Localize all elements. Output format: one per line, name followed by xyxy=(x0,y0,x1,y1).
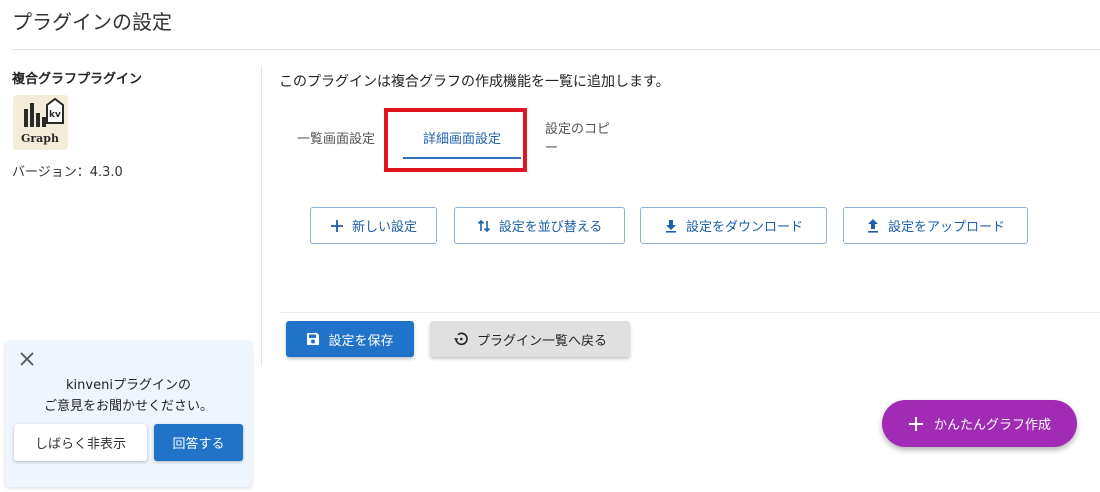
new-setting-button[interactable]: 新しい設定 xyxy=(310,207,437,244)
upload-settings-button[interactable]: 設定をアップロード xyxy=(843,207,1028,244)
plugin-settings-page: プラグインの設定 複合グラフプラグイン kv Graph バージョン：4.3.0… xyxy=(0,0,1100,492)
upload-settings-label: 設定をアップロード xyxy=(887,220,1005,235)
plugin-description: このプラグインは複合グラフの作成機能を一覧に追加します。 xyxy=(279,74,670,90)
download-settings-label: 設定をダウンロード xyxy=(685,220,803,235)
logo-text: Graph xyxy=(21,132,59,145)
back-to-plugin-list-label: プラグイン一覧へ戻る xyxy=(476,333,607,349)
sort-settings-button[interactable]: 設定を並び替える xyxy=(454,207,625,244)
sort-settings-label: 設定を並び替える xyxy=(498,220,603,235)
history-back-icon xyxy=(453,331,469,347)
easy-graph-create-button[interactable]: かんたんグラフ作成 xyxy=(882,400,1077,447)
tab-highlight-annotation xyxy=(384,108,527,172)
new-setting-label: 新しい設定 xyxy=(351,220,417,235)
version-text: バージョン：4.3.0 xyxy=(12,165,123,180)
plus-icon xyxy=(330,219,344,233)
tab-copy-settings[interactable]: 設定のコピー xyxy=(531,115,635,159)
logo-badge-text: kv xyxy=(49,110,61,120)
mid-divider xyxy=(279,312,1100,313)
sort-arrows-icon xyxy=(477,219,491,233)
feedback-card: kinveniプラグインの ご意見をお聞かせください。 しばらく非表示 回答する xyxy=(5,341,252,487)
feedback-message-line2: ご意見をお聞かせください。 xyxy=(43,399,213,414)
save-settings-button[interactable]: 設定を保存 xyxy=(286,321,414,357)
plugin-logo: kv Graph xyxy=(13,95,68,150)
save-settings-label: 設定を保存 xyxy=(328,333,394,349)
left-divider xyxy=(261,66,262,366)
tab-list-settings[interactable]: 一覧画面設定 xyxy=(279,115,393,159)
hide-for-now-button[interactable]: しばらく非表示 xyxy=(14,424,147,461)
plugin-name: 複合グラフプラグイン xyxy=(12,72,143,87)
save-icon xyxy=(306,332,320,346)
close-icon[interactable] xyxy=(17,349,37,369)
top-divider xyxy=(12,49,1100,50)
download-icon xyxy=(664,219,678,233)
upload-icon xyxy=(866,218,880,233)
answer-button[interactable]: 回答する xyxy=(154,424,243,461)
feedback-message-line1: kinveniプラグインの xyxy=(66,378,191,393)
graph-logo-icon: kv Graph xyxy=(21,97,64,145)
plus-icon xyxy=(908,416,924,432)
easy-graph-create-label: かんたんグラフ作成 xyxy=(933,418,1051,433)
download-settings-button[interactable]: 設定をダウンロード xyxy=(640,207,827,244)
page-title: プラグインの設定 xyxy=(12,10,172,34)
back-to-plugin-list-button[interactable]: プラグイン一覧へ戻る xyxy=(430,321,630,357)
